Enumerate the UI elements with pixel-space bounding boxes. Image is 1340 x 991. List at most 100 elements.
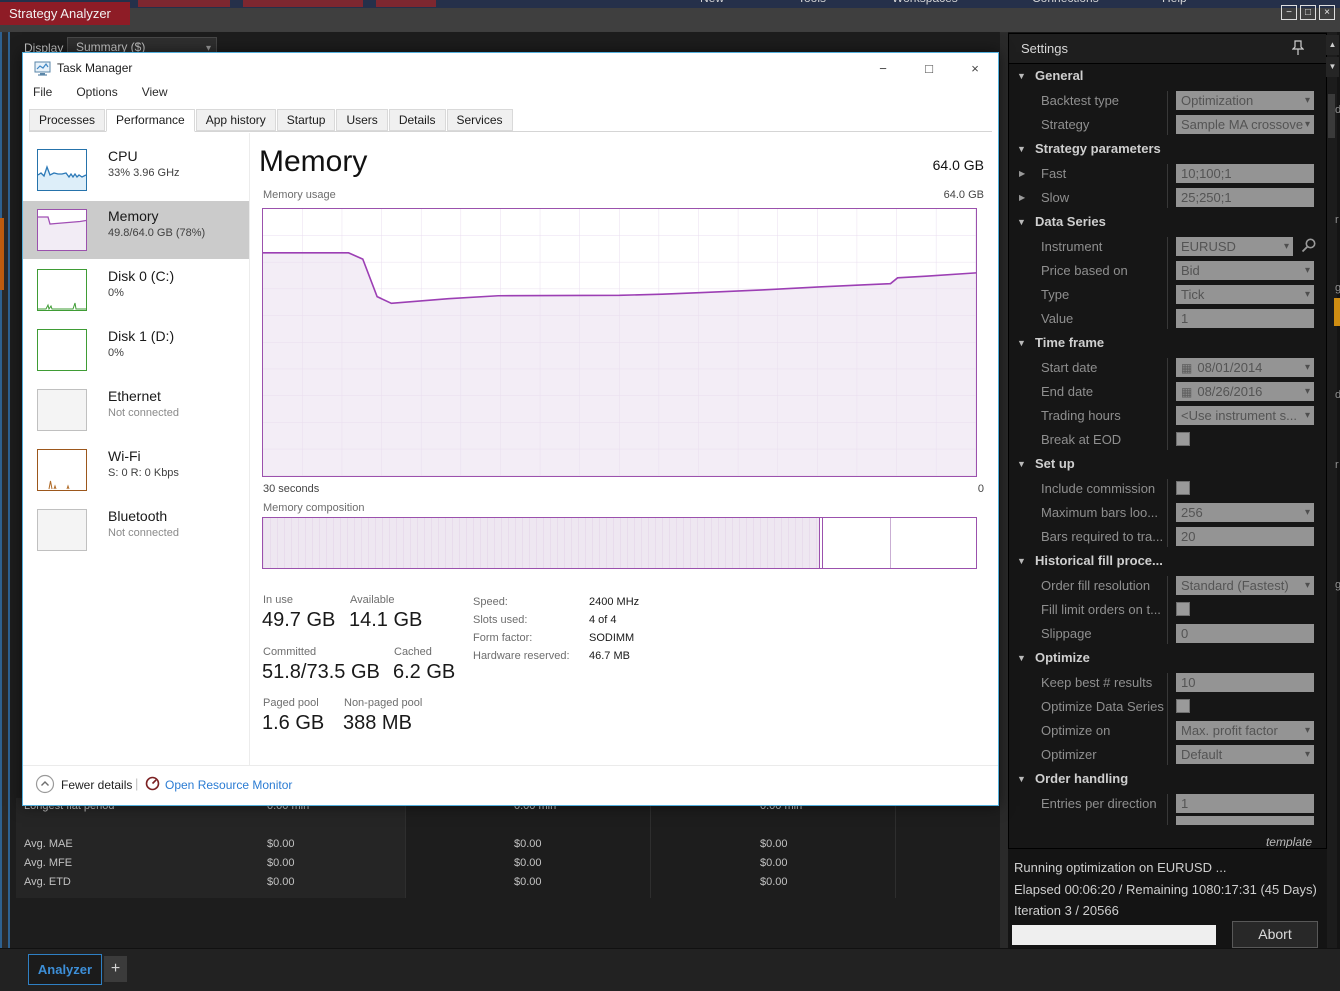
window-controls: − □ × [1281,5,1335,20]
section-header-time-frame[interactable]: ▼ Time frame [1009,331,1326,356]
menu-item-new[interactable]: New [700,0,724,5]
strategy-dropdown[interactable]: Sample MA crossove ▾ [1176,115,1314,134]
section-header-order-handling[interactable]: ▼ Order handling [1009,767,1326,792]
minimize-button[interactable]: − [1281,5,1297,20]
menu-item-help[interactable]: Help [1162,0,1187,5]
menu-item-tools[interactable]: Tools [798,0,826,5]
sidebar-item-disk1[interactable]: Disk 1 (D:) 0% [23,321,249,379]
optimize-data-series-checkbox[interactable] [1176,699,1190,713]
sidebar-item-memory[interactable]: Memory 49.8/64.0 GB (78%) [23,201,249,259]
optimizer-dropdown[interactable]: Default ▾ [1176,745,1314,764]
scrollbar-thumb[interactable] [1328,94,1335,138]
menu-file[interactable]: File [33,85,52,99]
tab-performance[interactable]: Performance [106,109,195,132]
fewer-details-button[interactable]: Fewer details [61,778,132,792]
collapse-icon[interactable] [35,774,55,799]
tab-services[interactable]: Services [446,109,513,131]
sidebar-item-cpu[interactable]: CPU 33% 3.96 GHz [23,141,249,199]
restore-button[interactable]: □ [1300,5,1316,20]
stat-label: Committed [263,646,317,658]
fast-input[interactable]: 10;100;1 [1176,164,1314,183]
pin-icon[interactable] [1291,40,1305,61]
tab-startup[interactable]: Startup [276,109,336,131]
include-commission-checkbox[interactable] [1176,481,1190,495]
input-value: 10 [1181,675,1196,690]
template-link[interactable]: template [1266,835,1312,848]
trading-hours-dropdown[interactable]: <Use instrument s... ▾ [1176,406,1314,425]
slippage-input[interactable]: 0 [1176,624,1314,643]
scroll-down-button[interactable]: ▼ [1326,57,1339,77]
section-title: Strategy parameters [1035,141,1161,156]
setting-row: ▶ Slow 25;250;1 [1009,186,1326,210]
sidebar-item-bluetooth[interactable]: Bluetooth Not connected [23,501,249,559]
optimize-on-dropdown[interactable]: Max. profit factor ▾ [1176,721,1314,740]
setting-row: Entries per direction 1 [1009,792,1326,816]
slow-input[interactable]: 25;250;1 [1176,188,1314,207]
entries-per-direction-input[interactable]: 1 [1176,794,1314,813]
order-fill-resolution-dropdown[interactable]: Standard (Fastest) ▾ [1176,576,1314,595]
start-date-picker[interactable]: ▦ 08/01/2014 ▾ [1176,358,1314,377]
expander-icon[interactable]: ▶ [1019,169,1025,178]
setting-row: Trading hours <Use instrument s... ▾ [1009,404,1326,428]
break-at-eod-checkbox[interactable] [1176,432,1190,446]
value-input[interactable]: 1 [1176,309,1314,328]
clipped-window-fragment [376,0,436,7]
close-button[interactable]: × [952,61,998,76]
grid-cell: $0.00 [760,857,788,869]
keep-best-results-input[interactable]: 10 [1176,673,1314,692]
sidebar-item-ethernet[interactable]: Ethernet Not connected [23,381,249,439]
open-resource-monitor-link[interactable]: Open Resource Monitor [165,778,292,792]
setting-label: Price based on [1041,263,1128,278]
section-header-general[interactable]: ▼ General [1009,64,1326,89]
performance-sidebar: CPU 33% 3.96 GHz Memory 49.8/64.0 GB (78… [23,133,250,765]
memory-usage-graph [262,208,977,477]
bars-required-input[interactable]: 20 [1176,527,1314,546]
chevron-down-icon: ▾ [1283,241,1289,252]
tab-analyzer[interactable]: Analyzer [28,954,102,985]
setting-row: Instrument EURUSD ▾ [1009,235,1326,259]
tab-processes[interactable]: Processes [29,109,106,131]
resource-monitor-icon [145,776,160,796]
stat-label: Available [350,594,395,606]
section-header-set-up[interactable]: ▼ Set up [1009,452,1326,477]
abort-button[interactable]: Abort [1232,921,1318,948]
add-tab-button[interactable]: + [104,956,127,982]
maximize-button[interactable]: □ [906,61,952,76]
sidebar-item-disk0[interactable]: Disk 0 (C:) 0% [23,261,249,319]
menu-options[interactable]: Options [76,85,117,99]
sidebar-item-wifi[interactable]: Wi-Fi S: 0 R: 0 Kbps [23,441,249,499]
settings-scrollbar[interactable] [1327,32,1337,948]
instrument-dropdown[interactable]: EURUSD ▾ [1176,237,1293,256]
backtest-type-dropdown[interactable]: Optimization ▾ [1176,91,1314,110]
menu-view[interactable]: View [142,85,168,99]
close-button[interactable]: × [1319,5,1335,20]
section-title: Time frame [1035,335,1105,350]
task-manager-title-bar[interactable]: Task Manager − □ × [23,53,998,83]
window-edge [0,32,2,948]
tab-details[interactable]: Details [388,109,446,131]
dropdown-value: Optimization [1181,93,1254,108]
tab-app-history[interactable]: App history [195,109,276,131]
setting-label: Strategy [1041,117,1090,132]
grid-cell: $0.00 [760,876,788,888]
memory-composition-bar [262,517,977,569]
end-date-picker[interactable]: ▦ 08/26/2016 ▾ [1176,382,1314,401]
section-header-historical-fill[interactable]: ▼ Historical fill proce... [1009,549,1326,574]
price-based-on-dropdown[interactable]: Bid ▾ [1176,261,1314,280]
chevron-down-icon: ▾ [1304,119,1310,130]
section-header-optimize[interactable]: ▼ Optimize [1009,646,1326,671]
menu-item-workspaces[interactable]: Workspaces [892,0,958,5]
stat-value: 388 MB [343,712,412,734]
section-header-data-series[interactable]: ▼ Data Series [1009,210,1326,235]
minimize-button[interactable]: − [860,61,906,76]
scroll-up-button[interactable]: ▲ [1326,35,1339,55]
search-icon[interactable] [1300,237,1317,259]
section-header-strategy-parameters[interactable]: ▼ Strategy parameters [1009,137,1326,162]
expander-icon[interactable]: ▶ [1019,193,1025,202]
setting-row: Optimizer Default ▾ [1009,743,1326,767]
type-dropdown[interactable]: Tick ▾ [1176,285,1314,304]
menu-item-connections[interactable]: Connections [1032,0,1099,5]
maximum-bars-dropdown[interactable]: 256 ▾ [1176,503,1314,522]
fill-limit-orders-checkbox[interactable] [1176,602,1190,616]
tab-users[interactable]: Users [336,109,388,131]
